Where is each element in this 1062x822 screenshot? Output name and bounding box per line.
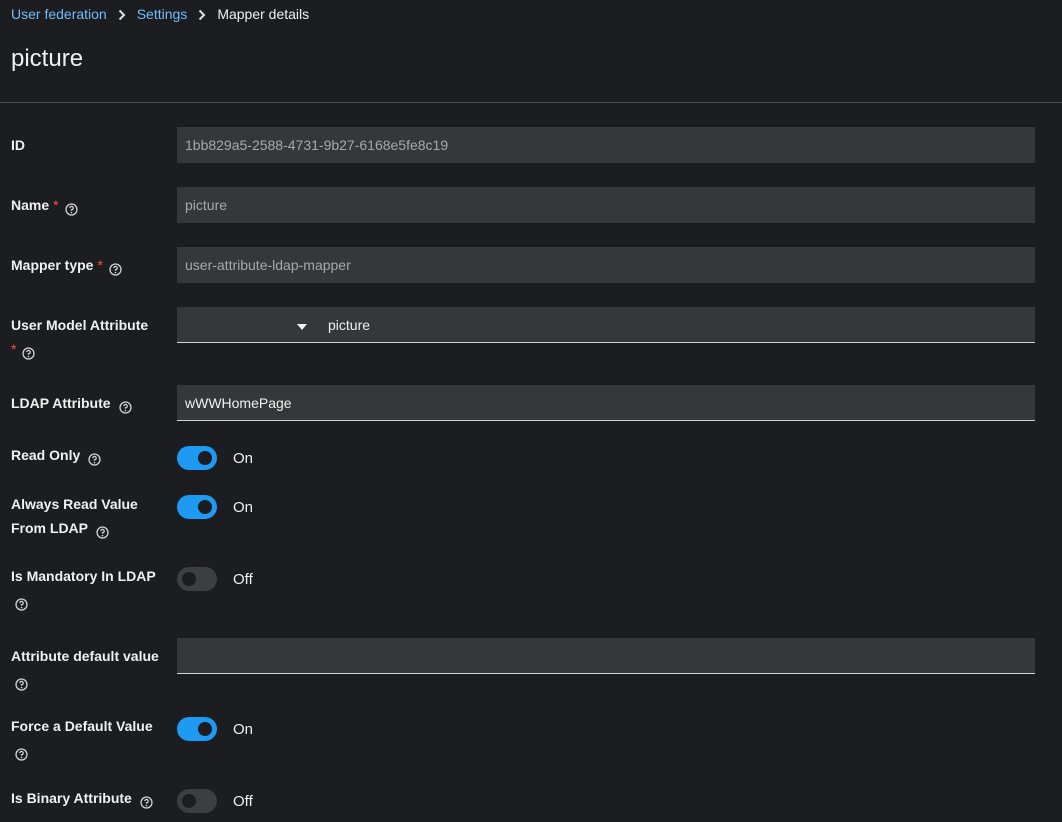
id-value: 1bb829a5-2588-4731-9b27-6168e5fe8c19 bbox=[185, 137, 449, 153]
ldap-attribute-field[interactable]: wWWHomePage bbox=[177, 385, 1035, 421]
select-toggle[interactable] bbox=[177, 307, 317, 342]
always-read-value-label-line1: Always Read Value bbox=[11, 496, 138, 512]
chevron-right-icon bbox=[187, 6, 217, 22]
required-marker: * bbox=[11, 341, 17, 357]
help-icon[interactable] bbox=[15, 674, 28, 691]
help-icon[interactable] bbox=[15, 594, 28, 611]
is-mandatory-label: Is Mandatory In LDAP bbox=[11, 564, 171, 612]
help-icon[interactable] bbox=[88, 449, 101, 466]
breadcrumb-user-federation[interactable]: User federation bbox=[11, 6, 107, 22]
attribute-default-label-text: Attribute default value bbox=[11, 648, 159, 664]
required-marker: * bbox=[53, 197, 59, 213]
help-icon[interactable] bbox=[109, 259, 122, 276]
breadcrumb-current: Mapper details bbox=[217, 6, 310, 22]
force-default-state: On bbox=[233, 720, 254, 738]
toggle-knob bbox=[198, 500, 212, 514]
name-value: picture bbox=[185, 197, 228, 213]
is-mandatory-switch-row: Off bbox=[177, 567, 253, 591]
read-only-toggle[interactable] bbox=[177, 446, 217, 470]
ldap-attribute-label-text: LDAP Attribute bbox=[11, 395, 111, 411]
force-default-label-text: Force a Default Value bbox=[11, 718, 153, 734]
help-icon[interactable] bbox=[64, 199, 78, 216]
mapper-type-label-text: Mapper type bbox=[11, 257, 94, 273]
id-field[interactable]: 1bb829a5-2588-4731-9b27-6168e5fe8c19 bbox=[177, 127, 1035, 163]
is-mandatory-label-text: Is Mandatory In LDAP bbox=[11, 568, 156, 584]
is-mandatory-state: Off bbox=[233, 570, 253, 588]
read-only-label-text: Read Only bbox=[11, 447, 81, 463]
id-label: ID bbox=[11, 133, 171, 157]
always-read-value-switch-row: On bbox=[177, 495, 253, 519]
force-default-label: Force a Default Value bbox=[11, 714, 171, 762]
is-binary-label-text: Is Binary Attribute bbox=[11, 790, 132, 806]
force-default-switch-row: On bbox=[177, 717, 253, 741]
toggle-knob bbox=[182, 794, 196, 808]
id-label-text: ID bbox=[11, 137, 25, 153]
ldap-attribute-label: LDAP Attribute bbox=[11, 391, 171, 415]
toggle-knob bbox=[198, 451, 212, 465]
is-binary-toggle[interactable] bbox=[177, 789, 217, 813]
ldap-attribute-value: wWWHomePage bbox=[185, 394, 292, 411]
chevron-right-icon bbox=[107, 6, 137, 22]
toggle-knob bbox=[198, 722, 212, 736]
help-icon[interactable] bbox=[118, 397, 132, 414]
read-only-state: On bbox=[233, 449, 254, 467]
breadcrumb: User federation Settings Mapper details bbox=[11, 6, 309, 22]
name-field[interactable]: picture bbox=[177, 187, 1035, 223]
always-read-value-toggle[interactable] bbox=[177, 495, 217, 519]
is-binary-label: Is Binary Attribute bbox=[11, 786, 171, 810]
user-model-attribute-value[interactable]: picture bbox=[328, 317, 370, 333]
page-title: picture bbox=[11, 45, 84, 72]
help-icon[interactable] bbox=[15, 744, 28, 761]
breadcrumb-settings[interactable]: Settings bbox=[137, 6, 188, 22]
attribute-default-label: Attribute default value bbox=[11, 644, 171, 692]
user-model-attribute-select[interactable]: picture bbox=[177, 307, 1035, 343]
caret-down-icon bbox=[297, 317, 307, 333]
header-divider bbox=[0, 102, 1062, 103]
toggle-knob bbox=[182, 572, 196, 586]
mapper-type-label: Mapper type * bbox=[11, 253, 171, 277]
is-binary-state: Off bbox=[233, 792, 253, 810]
user-model-attribute-label-text: User Model Attribute bbox=[11, 317, 149, 333]
mapper-type-field[interactable]: user-attribute-ldap-mapper bbox=[177, 247, 1035, 283]
help-icon[interactable] bbox=[22, 343, 36, 360]
required-marker: * bbox=[97, 257, 103, 273]
attribute-default-field[interactable] bbox=[177, 638, 1035, 674]
help-icon[interactable] bbox=[140, 792, 153, 809]
is-mandatory-toggle[interactable] bbox=[177, 567, 217, 591]
help-icon[interactable] bbox=[96, 522, 109, 539]
read-only-switch-row: On bbox=[177, 446, 253, 470]
force-default-toggle[interactable] bbox=[177, 717, 217, 741]
mapper-type-value: user-attribute-ldap-mapper bbox=[185, 257, 351, 273]
always-read-value-state: On bbox=[233, 498, 254, 516]
always-read-value-label: Always Read Value From LDAP bbox=[11, 492, 171, 540]
is-binary-switch-row: Off bbox=[177, 789, 253, 813]
always-read-value-label-line2: From LDAP bbox=[11, 520, 88, 536]
read-only-label: Read Only bbox=[11, 443, 171, 467]
user-model-attribute-label: User Model Attribute * bbox=[11, 313, 171, 361]
name-label: Name * bbox=[11, 193, 171, 217]
name-label-text: Name bbox=[11, 197, 50, 213]
